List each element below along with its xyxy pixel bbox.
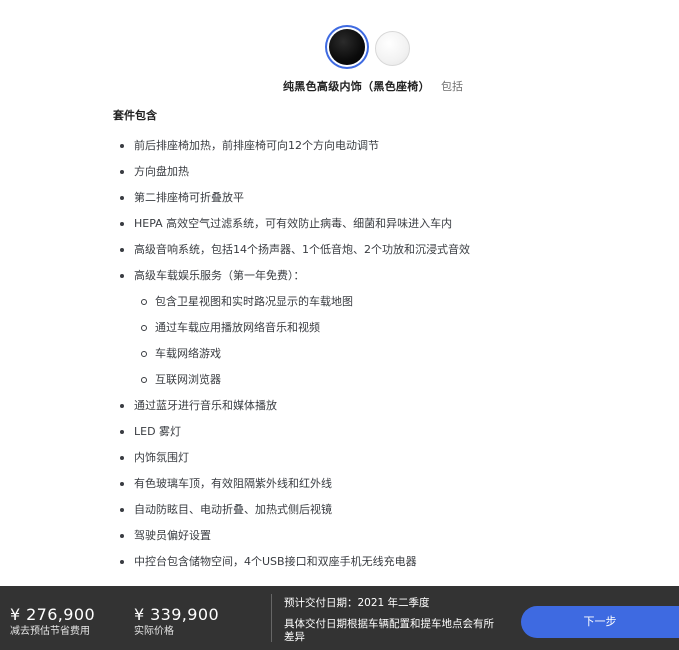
interior-swatches bbox=[0, 28, 679, 72]
interior-price: 包括 bbox=[441, 80, 463, 93]
bullet-icon bbox=[120, 430, 124, 434]
list-item: 中控台包含储物空间，4个USB接口和双座手机无线充电器 bbox=[0, 552, 679, 578]
hollow-bullet-icon bbox=[141, 299, 147, 305]
delivery-note: 具体交付日期根据车辆配置和提车地点会有所差异 bbox=[284, 618, 494, 643]
actual-price: ¥ 339,900 bbox=[134, 605, 220, 624]
list-item: 第二排座椅可折叠放平 bbox=[0, 188, 679, 214]
bullet-icon bbox=[120, 274, 124, 278]
bullet-icon bbox=[120, 144, 124, 148]
package-title: 套件包含 bbox=[113, 109, 157, 122]
bullet-icon bbox=[120, 248, 124, 252]
list-item: HEPA 高效空气过滤系统，可有效防止病毒、细菌和异味进入车内 bbox=[0, 214, 679, 240]
delivery-info: 预计交付日期：2021 年二季度 具体交付日期根据车辆配置和提车地点会有所差异 bbox=[284, 597, 504, 644]
actual-price-label: 实际价格 bbox=[134, 626, 174, 637]
list-item: 方向盘加热 bbox=[0, 162, 679, 188]
sub-list-item: 包含卫星视图和实时路况显示的车载地图 bbox=[0, 292, 679, 318]
interior-option-row: 纯黑色高级内饰（黑色座椅） 包括 bbox=[0, 78, 679, 96]
bullet-icon bbox=[120, 170, 124, 174]
list-item: 高级车载娱乐服务（第一年免费）： bbox=[0, 266, 679, 292]
actual-price-block: ¥ 339,900 实际价格 bbox=[134, 605, 219, 639]
services-sublist: 包含卫星视图和实时路况显示的车载地图 通过车载应用播放网络音乐和视频 车载网络游… bbox=[0, 292, 679, 396]
bullet-icon bbox=[120, 196, 124, 200]
configurator-page: 纯黑色高级内饰（黑色座椅） 包括 套件包含 前后排座椅加热，前排座椅可向12个方… bbox=[0, 0, 679, 650]
footer-divider bbox=[271, 594, 272, 642]
hollow-bullet-icon bbox=[141, 325, 147, 331]
hollow-bullet-icon bbox=[141, 377, 147, 383]
savings-price-label: 减去预估节省费用 bbox=[10, 626, 90, 637]
savings-price-block: ¥ 276,900 减去预估节省费用 bbox=[10, 605, 95, 639]
white-interior-swatch[interactable] bbox=[375, 31, 410, 66]
bullet-icon bbox=[120, 482, 124, 486]
bullet-icon bbox=[120, 534, 124, 538]
list-item: 驾驶员偏好设置 bbox=[0, 526, 679, 552]
bullet-icon bbox=[120, 456, 124, 460]
price-footer-bar: ¥ 276,900 减去预估节省费用 ¥ 339,900 实际价格 预计交付日期… bbox=[0, 586, 679, 650]
savings-price: ¥ 276,900 bbox=[10, 605, 96, 624]
next-step-button[interactable]: 下一步 bbox=[521, 606, 679, 638]
bullet-icon bbox=[120, 222, 124, 226]
list-item: LED 雾灯 bbox=[0, 422, 679, 448]
hollow-bullet-icon bbox=[141, 351, 147, 357]
bullet-icon bbox=[120, 404, 124, 408]
delivery-estimate: 预计交付日期：2021 年二季度 bbox=[284, 597, 430, 609]
list-item: 前后排座椅加热，前排座椅可向12个方向电动调节 bbox=[0, 136, 679, 162]
list-item: 高级音响系统，包括14个扬声器、1个低音炮、2个功放和沉浸式音效 bbox=[0, 240, 679, 266]
interior-name: 纯黑色高级内饰（黑色座椅） bbox=[283, 80, 430, 93]
sub-list-item: 通过车载应用播放网络音乐和视频 bbox=[0, 318, 679, 344]
list-item: 通过蓝牙进行音乐和媒体播放 bbox=[0, 396, 679, 422]
sub-list-item: 互联网浏览器 bbox=[0, 370, 679, 396]
bullet-icon bbox=[120, 560, 124, 564]
list-item: 自动防眩目、电动折叠、加热式侧后视镜 bbox=[0, 500, 679, 526]
bullet-icon bbox=[120, 508, 124, 512]
sub-list-item: 车载网络游戏 bbox=[0, 344, 679, 370]
list-item: 有色玻璃车顶，有效阻隔紫外线和红外线 bbox=[0, 474, 679, 500]
black-interior-swatch[interactable] bbox=[329, 29, 365, 65]
feature-list: 前后排座椅加热，前排座椅可向12个方向电动调节 方向盘加热 第二排座椅可折叠放平… bbox=[0, 136, 679, 578]
list-item: 内饰氛围灯 bbox=[0, 448, 679, 474]
